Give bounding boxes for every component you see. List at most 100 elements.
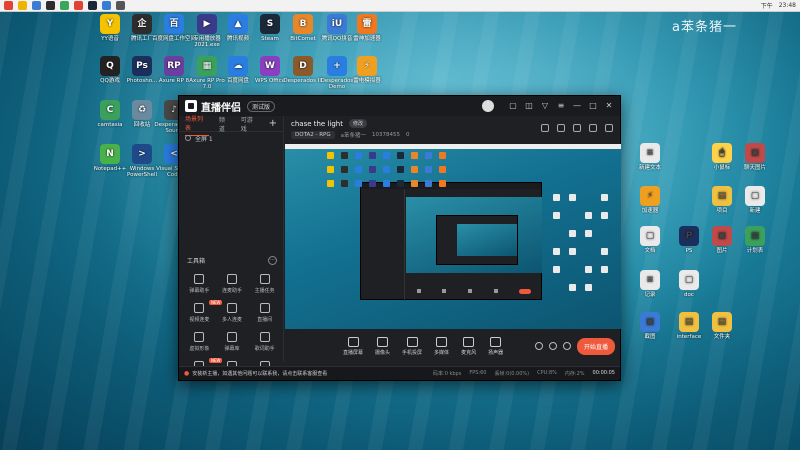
lock-icon[interactable] (557, 124, 565, 132)
desktop-icon[interactable]: ▢ 文档 (628, 226, 672, 254)
source-control[interactable]: 扬声器 (488, 336, 503, 356)
file-icon: ▤ (712, 186, 732, 206)
app-shortcut-icon: ▶ (197, 14, 217, 34)
desktop-icon[interactable]: ⚡ 加速器 (628, 186, 672, 214)
toolbox-header: 工具箱 ··· (187, 256, 277, 265)
preview-desktop-icon (425, 180, 432, 187)
close-icon[interactable]: ✕ (604, 101, 614, 111)
source-control-label: 手机投屏 (402, 349, 423, 356)
tool-label: 直播间 (257, 317, 273, 323)
minimize-icon[interactable]: — (572, 101, 582, 111)
sidebar-tab[interactable]: 频道 (219, 112, 231, 136)
source-control[interactable]: 手机投屏 (402, 336, 423, 356)
scene-label: 全屏 1 (195, 135, 213, 143)
popout-icon[interactable]: ◫ (524, 101, 534, 111)
header-tools (533, 124, 613, 132)
app-icon-5[interactable] (102, 1, 111, 10)
desktop-icon[interactable]: 雷雷神加速器 (345, 14, 389, 42)
nested-live-button (519, 288, 532, 294)
preview-desktop-icon (569, 194, 576, 201)
avatar[interactable] (482, 100, 494, 112)
go-live-button[interactable]: 开始直播 (576, 337, 615, 355)
preview-desktop-icon (439, 166, 446, 173)
likes-count: 0 (406, 132, 410, 138)
tool-label: 弹幕助手 (189, 288, 210, 294)
app-shortcut-icon: 百 (164, 14, 184, 34)
layout-icon[interactable] (541, 124, 549, 132)
settings-gear-icon[interactable] (562, 342, 571, 350)
chrome-icon[interactable] (4, 1, 13, 10)
tool-icon (226, 274, 237, 284)
app-icon-6[interactable] (116, 1, 125, 10)
desktop-icon[interactable]: ▤ 文件夹 (700, 312, 744, 340)
tool-item[interactable]: NEW 视频连麦 (183, 300, 223, 323)
add-scene-button[interactable]: + (269, 118, 277, 129)
preview-desktop-icon (341, 152, 348, 159)
preview-desktop-icon (327, 166, 334, 173)
tool-item[interactable]: 连麦助手 (216, 274, 249, 294)
desktop-icon-label: 截图 (644, 334, 656, 340)
source-control[interactable]: 摄像头 (375, 336, 390, 356)
preview-desktop-icon (369, 152, 376, 159)
desktop-icon[interactable]: ▣ 聊天图片 (733, 143, 777, 171)
desktop-icon[interactable]: ▦ 计划表 (733, 226, 777, 254)
tool-item[interactable]: 弹幕助手 (183, 274, 216, 294)
desktop-icon[interactable]: ▣ 截图 (628, 312, 672, 340)
app-shortcut-icon: Y (100, 14, 120, 34)
app-icon-2[interactable] (46, 1, 55, 10)
source-control[interactable]: 直播屏幕 (343, 336, 363, 356)
settings-icon[interactable] (605, 124, 613, 132)
screen-icon[interactable]: ▢ (508, 101, 518, 111)
app-icon-3[interactable] (60, 1, 69, 10)
scene-item[interactable]: 全屏 1 (179, 132, 283, 144)
tool-item[interactable]: 弹幕库 (216, 332, 249, 352)
tray-clock[interactable]: 23:48 (779, 2, 796, 9)
record-icon[interactable] (573, 124, 581, 132)
preview-desktop-icon (341, 166, 348, 173)
stream-info-header: chase the light 修改 DOTA2 - RPG a苯条猪一 103… (285, 116, 621, 142)
menu-icon[interactable]: ≡ (556, 101, 566, 111)
source-control[interactable]: 麦克风 (461, 336, 476, 356)
steam-icon[interactable] (88, 1, 97, 10)
stream-preview[interactable] (285, 144, 621, 329)
tool-item[interactable]: 虚拟形象 (183, 332, 216, 352)
desktop-icon-label: 文件夹 (713, 334, 731, 340)
maximize-icon[interactable]: □ (588, 101, 598, 111)
file-icon: ▣ (640, 312, 660, 332)
heart-icon[interactable]: ▽ (540, 101, 550, 111)
desktop-icon[interactable]: ≡ 记录 (628, 270, 672, 298)
file-icon: ▤ (712, 312, 732, 332)
preview-toggle-icon[interactable] (548, 342, 557, 350)
category-select[interactable]: DOTA2 - RPG (291, 131, 335, 139)
desktop-icon-label: 雷神加速器 (353, 36, 381, 42)
desktop-icon[interactable]: ≡ 新建文本 (628, 143, 672, 171)
app-icon[interactable] (32, 1, 41, 10)
sidebar-tab[interactable]: 可游戏 (241, 112, 259, 136)
file-icon: ▣ (712, 226, 732, 246)
tool-item[interactable]: 主播任务 (248, 274, 281, 294)
preview-desktop-icon (553, 212, 560, 219)
tool-item[interactable]: 多人连麦 (216, 303, 249, 323)
desktop-icon[interactable]: ▢ doc (667, 270, 711, 298)
source-control[interactable]: 多媒体 (434, 336, 449, 356)
edit-title-button[interactable]: 修改 (348, 119, 367, 128)
sidebar-tab[interactable]: 场景列表 (185, 111, 209, 136)
desktop-icon[interactable]: ▢ 新建 (733, 186, 777, 214)
folder-icon[interactable] (18, 1, 27, 10)
share-icon[interactable] (589, 124, 597, 132)
tool-item[interactable]: 歌词助手 (248, 332, 281, 352)
stream-title[interactable]: chase the light (291, 120, 343, 128)
nested-controls (406, 287, 542, 295)
eye-icon[interactable] (185, 135, 191, 141)
app-icon-4[interactable] (74, 1, 83, 10)
desktop-icon[interactable]: ⚡ 雷电模拟器 (345, 56, 389, 84)
tool-item[interactable]: 直播间 (248, 303, 281, 323)
record-toggle-icon[interactable] (534, 342, 543, 350)
stat-value: 码率:0 kbps (433, 371, 462, 377)
app-shortcut-icon: ☁ (228, 56, 248, 76)
preview-desktop-icon (569, 284, 576, 291)
camera-icon (377, 336, 389, 347)
preview-desktop-icon (425, 166, 432, 173)
toolbox-more-icon[interactable]: ··· (268, 256, 277, 265)
desktop-icon-label: 记录 (644, 292, 656, 298)
